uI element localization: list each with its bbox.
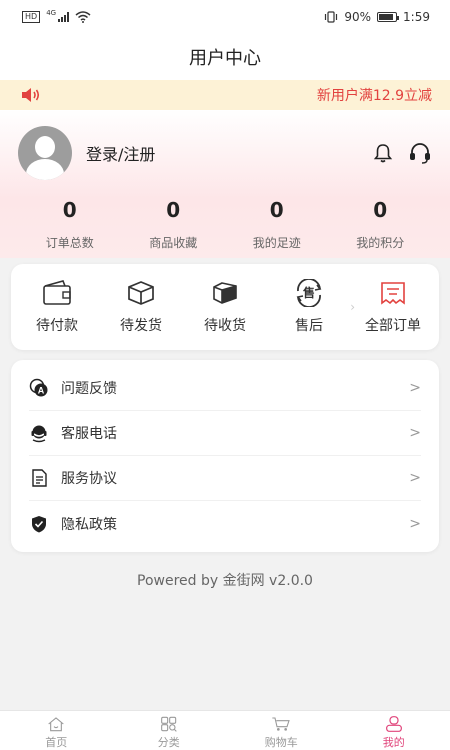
- stat-value: 0: [62, 198, 77, 222]
- vibrate-icon: [325, 11, 338, 23]
- network-type: 4G: [46, 9, 57, 17]
- menu-item-customer-service[interactable]: 客服电话 >: [29, 411, 421, 456]
- wifi-icon: [75, 11, 91, 23]
- login-entry[interactable]: 登录/注册: [18, 126, 155, 180]
- cart-icon: [272, 717, 290, 731]
- order-label: 全部订单: [365, 318, 421, 334]
- page-title: 用户中心: [189, 48, 261, 69]
- nav-bar: 用户中心: [0, 34, 450, 80]
- tab-label: 首页: [45, 736, 68, 749]
- tab-bar: 首页 分类 购物车 我的: [0, 710, 450, 750]
- order-pending-shipment[interactable]: 待发货: [99, 279, 183, 335]
- menu-card: A 问题反馈 > 客服电话 > 服务协议 > 隐私政策 >: [11, 360, 439, 552]
- tab-mine[interactable]: 我的: [338, 711, 450, 750]
- order-all[interactable]: 全部订单: [351, 279, 435, 335]
- tab-label: 我的: [382, 736, 405, 749]
- chevron-right-icon: >: [409, 425, 421, 441]
- stat-label: 我的足迹: [252, 236, 301, 250]
- order-pending-payment[interactable]: 待付款: [15, 279, 99, 335]
- notice-text: 新用户满12.9立减: [316, 88, 432, 104]
- document-icon: [32, 469, 47, 487]
- chevron-right-icon: >: [409, 515, 421, 532]
- tab-category[interactable]: 分类: [113, 711, 226, 750]
- user-header: 登录/注册 0 订单总数 0 商品收藏 0 我的足迹 0 我的积分: [0, 110, 450, 258]
- order-label: 售后: [295, 318, 323, 334]
- tab-home[interactable]: 首页: [0, 711, 113, 750]
- clock: 1:59: [403, 10, 430, 24]
- user-icon: [385, 716, 402, 732]
- stat-label: 我的积分: [356, 236, 405, 250]
- order-after-sale[interactable]: 售 售后: [267, 279, 351, 335]
- category-icon: [160, 716, 177, 732]
- order-pending-receipt[interactable]: 待收货: [183, 279, 267, 335]
- chevron-right-icon: >: [409, 470, 421, 486]
- after-sale-icon: 售: [294, 279, 324, 307]
- menu-label: 隐私政策: [61, 516, 117, 533]
- tab-label: 购物车: [264, 736, 298, 749]
- after-sale-icon-text: 售: [302, 286, 315, 300]
- svg-text:A: A: [38, 386, 45, 396]
- shield-check-icon: [32, 515, 46, 532]
- speaker-icon: [22, 88, 40, 102]
- stat-value: 0: [373, 198, 388, 222]
- avatar[interactable]: [18, 126, 72, 180]
- menu-item-feedback[interactable]: A 问题反馈 >: [29, 366, 421, 411]
- status-bar: HD 4G 90% 1:59: [0, 0, 450, 34]
- menu-item-service-agreement[interactable]: 服务协议 >: [29, 456, 421, 501]
- tab-label: 分类: [157, 736, 180, 749]
- powered-by: Powered by 金街网 v2.0.0: [137, 573, 313, 589]
- menu-item-privacy-policy[interactable]: 隐私政策 >: [29, 501, 421, 546]
- stats-row: 0 订单总数 0 商品收藏 0 我的足迹 0 我的积分: [18, 198, 432, 251]
- headset-icon[interactable]: [408, 142, 432, 164]
- chevron-right-icon: >: [409, 380, 421, 396]
- home-icon: [48, 717, 64, 732]
- signal-icon: [58, 12, 70, 22]
- feedback-icon: A: [29, 378, 48, 397]
- battery-percent: 90%: [344, 10, 372, 24]
- notice-bar[interactable]: 新用户满12.9立减: [0, 80, 450, 110]
- menu-label: 服务协议: [61, 471, 117, 487]
- stat-orders[interactable]: 0 订单总数: [18, 198, 122, 251]
- battery-icon: [377, 12, 400, 22]
- wallet-icon: [43, 280, 71, 305]
- stat-favorites[interactable]: 0 商品收藏: [122, 198, 226, 251]
- menu-label: 客服电话: [61, 426, 117, 442]
- order-label: 待付款: [36, 318, 78, 334]
- box-icon: [128, 281, 154, 305]
- tab-cart[interactable]: 购物车: [225, 711, 338, 750]
- hd-indicator: HD: [22, 11, 41, 23]
- order-label: 待发货: [120, 318, 162, 334]
- stat-value: 0: [166, 198, 181, 222]
- stat-label: 商品收藏: [149, 236, 198, 250]
- customer-service-icon: [31, 425, 47, 443]
- stat-value: 0: [269, 198, 284, 222]
- bell-icon[interactable]: [372, 142, 394, 164]
- delivery-box-icon: [213, 282, 237, 304]
- chevron-right-icon: ›: [350, 300, 355, 314]
- order-label: 待收货: [204, 318, 246, 334]
- stat-footprints[interactable]: 0 我的足迹: [225, 198, 329, 251]
- login-register-link[interactable]: 登录/注册: [86, 141, 155, 165]
- menu-label: 问题反馈: [61, 381, 117, 397]
- receipt-icon: [381, 282, 405, 305]
- orders-card: 待付款 待发货 待收货 售 售后 全部订单 ›: [11, 264, 439, 350]
- stat-label: 订单总数: [45, 236, 94, 250]
- stat-points[interactable]: 0 我的积分: [329, 198, 433, 251]
